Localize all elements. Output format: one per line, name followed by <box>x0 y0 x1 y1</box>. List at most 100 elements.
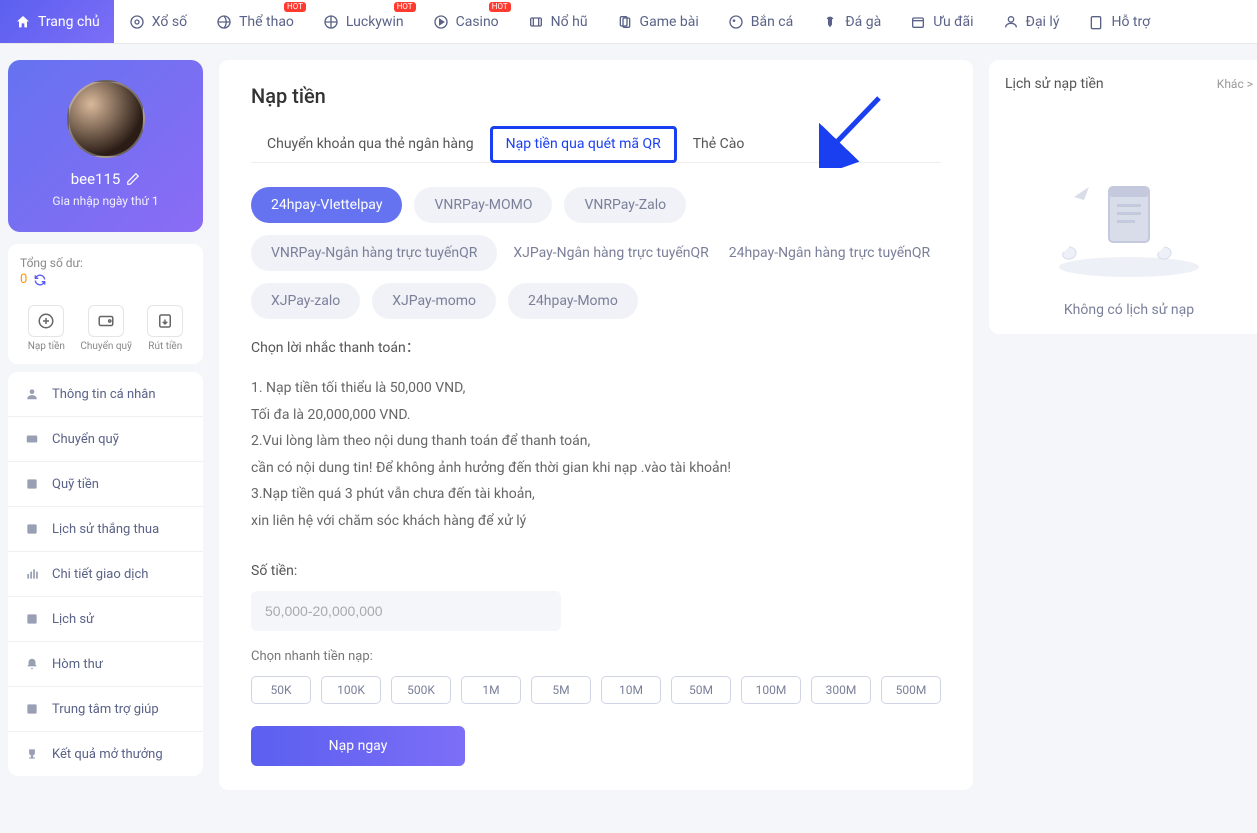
chip-24hpay-bank[interactable]: 24hpay-Ngân hàng trực tuyếnQR <box>725 235 934 271</box>
nav-sports[interactable]: Thể thao HOT <box>201 0 308 43</box>
provider-chips: 24hpay-VIettelpay VNRPay-MOMO VNRPay-Zal… <box>251 187 941 319</box>
lottery-icon <box>128 13 146 31</box>
menu-results[interactable]: Kết quả mở thưởng <box>8 732 203 776</box>
quick-300m[interactable]: 300M <box>811 676 871 704</box>
nav-fish[interactable]: Bắn cá <box>713 0 808 43</box>
balance-card: Tổng số dư: 0 Nạp tiền Chuyển quỹ Rút ti… <box>8 244 203 364</box>
withdraw-icon <box>147 305 183 337</box>
rooster-icon <box>821 13 839 31</box>
nav-casino[interactable]: Casino HOT <box>418 0 513 43</box>
amount-input[interactable] <box>251 591 561 631</box>
nav-label: Ưu đãi <box>933 14 973 30</box>
history-title: Lịch sử nạp tiền <box>1005 76 1104 92</box>
chip-vnrpay-zalo[interactable]: VNRPay-Zalo <box>564 187 686 223</box>
nav-cockfight[interactable]: Đá gà <box>807 0 895 43</box>
nav-home[interactable]: Trang chủ <box>0 0 114 43</box>
nav-label: Luckywin <box>346 14 404 30</box>
quick-1m[interactable]: 1M <box>461 676 521 704</box>
quick-500k[interactable]: 500K <box>391 676 451 704</box>
slots-icon <box>527 13 545 31</box>
casino-icon <box>432 13 450 31</box>
menu-profile[interactable]: Thông tin cá nhân <box>8 372 203 417</box>
hot-badge: HOT <box>394 2 416 12</box>
wallet-icon <box>88 305 124 337</box>
chip-vnrpay-momo[interactable]: VNRPay-MOMO <box>414 187 552 223</box>
nav-label: Bắn cá <box>751 14 794 30</box>
quick-100m[interactable]: 100M <box>741 676 801 704</box>
refresh-icon[interactable] <box>33 273 47 287</box>
chip-24hpay-viettel[interactable]: 24hpay-VIettelpay <box>251 187 402 223</box>
menu-transactions[interactable]: Chi tiết giao dịch <box>8 552 203 597</box>
tab-bank[interactable]: Chuyển khoản qua thẻ ngân hàng <box>251 126 490 162</box>
history-icon <box>24 611 40 627</box>
history-more-link[interactable]: Khác > <box>1217 77 1253 91</box>
chip-xjpay-momo[interactable]: XJPay-momo <box>372 283 496 319</box>
menu-transfer[interactable]: Chuyển quỹ <box>8 417 203 462</box>
chip-xjpay-bank[interactable]: XJPay-Ngân hàng trực tuyếnQR <box>509 235 712 271</box>
quick-50m[interactable]: 50M <box>671 676 731 704</box>
nav-label: Hỗ trợ <box>1111 14 1150 30</box>
quick-50k[interactable]: 50K <box>251 676 311 704</box>
menu-fund[interactable]: Quỹ tiền <box>8 462 203 507</box>
nav-label: Game bài <box>640 14 699 30</box>
top-nav: Trang chủ Xổ số Thể thao HOT Luckywin HO… <box>0 0 1257 44</box>
instructions: 1. Nạp tiền tối thiểu là 50,000 VND, Tối… <box>251 375 941 535</box>
chip-24hpay-momo[interactable]: 24hpay-Momo <box>508 283 638 319</box>
amount-label: Số tiền: <box>251 563 941 579</box>
nav-cards[interactable]: Game bài <box>602 0 713 43</box>
sidebar: bee115 Gia nhập ngày thứ 1 Tổng số dư: 0… <box>8 60 203 776</box>
reminder-title: Chọn lời nhắc thanh toán： <box>251 337 941 357</box>
quick-5m[interactable]: 5M <box>531 676 591 704</box>
edit-icon <box>126 172 140 186</box>
balance-amount: 0 <box>20 272 27 287</box>
profile-card: bee115 Gia nhập ngày thứ 1 <box>8 60 203 232</box>
deposit-tabs: Chuyển khoản qua thẻ ngân hàng Nạp tiền … <box>251 126 941 163</box>
history-panel: Lịch sử nạp tiền Khác > Không có lịch sử… <box>989 60 1257 334</box>
withdraw-action[interactable]: Rút tiền <box>147 305 183 352</box>
nav-label: Đá gà <box>845 14 881 30</box>
quick-500m[interactable]: 500M <box>881 676 941 704</box>
chart-icon <box>24 566 40 582</box>
chip-xjpay-zalo[interactable]: XJPay-zalo <box>251 283 360 319</box>
nav-label: Thể thao <box>239 14 294 30</box>
wallet-icon <box>24 431 40 447</box>
nav-support[interactable]: Hỗ trợ <box>1073 0 1164 43</box>
quick-10m[interactable]: 10M <box>601 676 661 704</box>
deposit-icon <box>28 305 64 337</box>
nav-lottery[interactable]: Xổ số <box>114 0 201 43</box>
nav-label: Xổ số <box>152 14 187 30</box>
join-info: Gia nhập ngày thứ 1 <box>20 194 191 208</box>
nav-luckywin[interactable]: Luckywin HOT <box>308 0 418 43</box>
avatar[interactable] <box>67 80 145 158</box>
menu-history[interactable]: Lịch sử <box>8 597 203 642</box>
nav-label: Nổ hũ <box>551 14 588 30</box>
page-title: Nạp tiền <box>251 84 941 108</box>
nav-slots[interactable]: Nổ hũ <box>513 0 602 43</box>
list-icon <box>24 521 40 537</box>
deposit-action[interactable]: Nạp tiền <box>28 305 65 352</box>
tab-qr[interactable]: Nạp tiền qua quét mã QR <box>490 126 677 163</box>
menu-help[interactable]: Trung tâm trợ giúp <box>8 687 203 732</box>
sports-icon <box>215 13 233 31</box>
transfer-action[interactable]: Chuyển quỹ <box>80 305 131 352</box>
tab-scratch[interactable]: Thẻ Cào <box>677 126 761 162</box>
balance-label: Tổng số dư: <box>20 256 191 270</box>
fund-icon <box>24 476 40 492</box>
menu-inbox[interactable]: Hòm thư <box>8 642 203 687</box>
home-icon <box>14 13 32 31</box>
chip-vnrpay-bank[interactable]: VNRPay-Ngân hàng trực tuyếnQR <box>251 235 497 271</box>
quick-100k[interactable]: 100K <box>321 676 381 704</box>
cards-icon <box>616 13 634 31</box>
nav-promo[interactable]: Ưu đãi <box>895 0 987 43</box>
user-icon <box>24 386 40 402</box>
username: bee115 <box>71 170 121 188</box>
submit-button[interactable]: Nạp ngay <box>251 726 465 766</box>
empty-text: Không có lịch sử nạp <box>1005 302 1253 318</box>
menu-list: Thông tin cá nhân Chuyển quỹ Quỹ tiền Lị… <box>8 372 203 776</box>
nav-agent[interactable]: Đại lý <box>988 0 1074 43</box>
quick-label: Chọn nhanh tiền nạp: <box>251 649 941 664</box>
nav-label: Trang chủ <box>38 14 100 30</box>
empty-illustration <box>1005 152 1253 282</box>
username-row[interactable]: bee115 <box>20 170 191 188</box>
menu-winloss[interactable]: Lịch sử thắng thua <box>8 507 203 552</box>
